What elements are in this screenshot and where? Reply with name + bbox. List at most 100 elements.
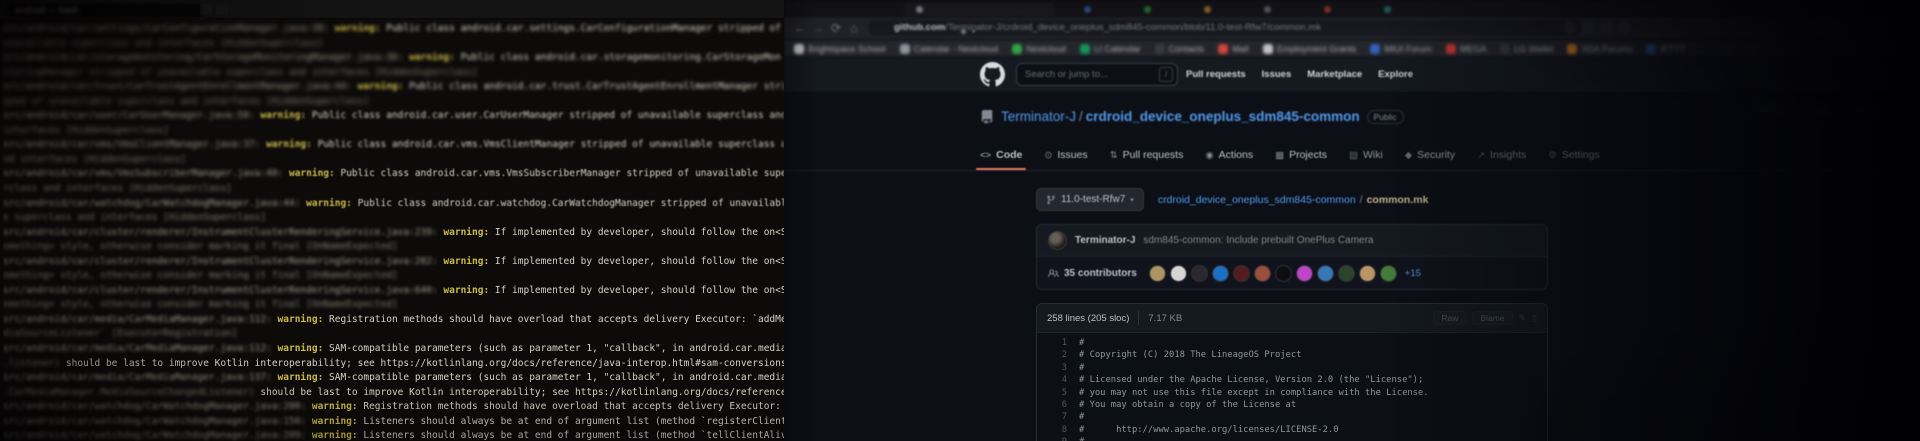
contributor-avatar[interactable] bbox=[1191, 265, 1208, 282]
contributors-label[interactable]: 35 contributors bbox=[1048, 268, 1137, 279]
contributor-avatar[interactable] bbox=[1317, 265, 1334, 282]
commit-message-link[interactable]: sdm845-common: Include prebuilt OnePlus … bbox=[1143, 235, 1373, 246]
contributor-avatar[interactable] bbox=[1254, 265, 1271, 282]
github-logo-icon[interactable] bbox=[980, 62, 1005, 87]
file-size: 7.17 KB bbox=[1148, 313, 1182, 324]
terminal-output: src/android/car/settings/CarConfiguratio… bbox=[0, 19, 784, 441]
contributors-more-link[interactable]: +15 bbox=[1405, 268, 1421, 279]
commit-author-link[interactable]: Terminator-J bbox=[1075, 235, 1135, 246]
browser-tab-favicon bbox=[1144, 6, 1151, 13]
terminal-tab-close-icon[interactable] bbox=[200, 4, 212, 15]
browser-tab-strip[interactable] bbox=[784, 0, 1920, 17]
extension-icon[interactable] bbox=[1564, 21, 1577, 34]
bookmark-favicon bbox=[1370, 44, 1380, 54]
bookmark-item[interactable]: Contacts bbox=[1155, 44, 1205, 54]
terminal-tab[interactable]: android — bash bbox=[6, 2, 204, 19]
header-nav-explore[interactable]: Explore bbox=[1378, 69, 1413, 80]
header-nav-marketplace[interactable]: Marketplace bbox=[1307, 69, 1362, 80]
bookmark-item[interactable]: MIUI Forum bbox=[1370, 44, 1432, 54]
extension-icon[interactable] bbox=[1582, 21, 1595, 34]
contributor-avatar[interactable] bbox=[1149, 265, 1166, 282]
back-icon[interactable]: ← bbox=[792, 19, 808, 37]
bookmark-item[interactable]: Mail bbox=[1218, 44, 1249, 54]
bookmark-label: Brightspace School bbox=[808, 44, 886, 54]
contributor-avatar[interactable] bbox=[1233, 265, 1250, 282]
bookmark-label: LI Calendar bbox=[1094, 44, 1141, 54]
contributor-avatar[interactable] bbox=[1275, 265, 1292, 282]
code-line: 1# bbox=[1037, 337, 1547, 349]
tab-pull-requests[interactable]: ⇅Pull requests bbox=[1110, 149, 1184, 170]
forward-icon[interactable]: → bbox=[810, 19, 826, 37]
code-line: 8# http://www.apache.org/licenses/LICENS… bbox=[1037, 424, 1547, 436]
line-number[interactable]: 2 bbox=[1037, 349, 1079, 361]
terminal-line: omething> style, otherwise consider mark… bbox=[3, 240, 784, 255]
contributor-avatar[interactable] bbox=[1380, 265, 1397, 282]
delete-icon[interactable]: ▯ bbox=[1532, 313, 1537, 324]
tab-projects[interactable]: ▦Projects bbox=[1275, 149, 1327, 170]
star-button[interactable]: Star bbox=[1845, 102, 1880, 118]
line-number[interactable]: 4 bbox=[1037, 374, 1079, 386]
bookmark-item[interactable]: Calendar - Nextcloud bbox=[900, 44, 999, 54]
home-icon[interactable]: ⌂ bbox=[846, 19, 862, 37]
bookmark-item[interactable]: Brightspace School bbox=[794, 44, 886, 54]
tab-actions[interactable]: ◉Actions bbox=[1205, 149, 1253, 170]
tab-wiki[interactable]: ▤Wiki bbox=[1349, 149, 1383, 170]
browser-tab-favicon bbox=[1084, 6, 1091, 13]
extension-icon[interactable] bbox=[1600, 21, 1613, 34]
contributor-avatar[interactable] bbox=[1212, 265, 1229, 282]
menu-icon[interactable] bbox=[1618, 21, 1631, 34]
bookmark-item[interactable]: IFTTT bbox=[1646, 44, 1685, 54]
repo-name-link[interactable]: crdroid_device_oneplus_sdm845-common bbox=[1086, 109, 1360, 124]
terminal-titlebar: android — bash bbox=[0, 0, 784, 19]
tab-issues[interactable]: ⊙Issues bbox=[1044, 149, 1087, 170]
header-nav-pull-requests[interactable]: Pull requests bbox=[1186, 69, 1246, 80]
bookmark-item[interactable]: LG Wallet bbox=[1500, 44, 1553, 54]
terminal-line: diaSourceListener` [ExecutorRegistration… bbox=[3, 327, 784, 342]
fork-button[interactable]: Fork bbox=[1801, 102, 1837, 118]
tab-code[interactable]: <>Code bbox=[980, 149, 1022, 170]
contributor-avatar[interactable] bbox=[1296, 265, 1313, 282]
bookmark-item[interactable]: Employment Grants bbox=[1263, 44, 1357, 54]
contributor-avatar[interactable] bbox=[1170, 265, 1187, 282]
line-number[interactable]: 1 bbox=[1037, 337, 1079, 349]
watch-button[interactable]: Watch bbox=[1750, 102, 1793, 118]
breadcrumb: crdroid_device_oneplus_sdm845-common/com… bbox=[1158, 194, 1429, 206]
bookmark-item[interactable]: Nextcloud bbox=[1012, 44, 1066, 54]
breadcrumb-repo-link[interactable]: crdroid_device_oneplus_sdm845-common bbox=[1158, 194, 1356, 206]
line-number[interactable]: 7 bbox=[1037, 411, 1079, 423]
code-viewer[interactable]: 1#2# Copyright (C) 2018 The LineageOS Pr… bbox=[1037, 333, 1547, 441]
terminal-line: .listener) should be last to improve Kot… bbox=[3, 357, 784, 372]
address-bar[interactable]: ◈ ▪ github.com/Terminator-J/crdroid_devi… bbox=[868, 20, 1582, 36]
contributor-avatar[interactable] bbox=[1359, 265, 1376, 282]
commit-author-avatar[interactable] bbox=[1048, 231, 1067, 250]
reload-icon[interactable]: ⟳ bbox=[828, 19, 844, 37]
bookmark-item[interactable]: LI Calendar bbox=[1080, 44, 1141, 54]
branch-selector-button[interactable]: 11.0-test-Rfw7 ▾ bbox=[1036, 188, 1144, 211]
raw-button[interactable]: Raw bbox=[1433, 311, 1466, 325]
terminal-line: src/android/car/watchdog/CarWatchdogMana… bbox=[3, 429, 784, 441]
bookmark-item[interactable]: XDA Forums bbox=[1567, 44, 1632, 54]
line-number[interactable]: 5 bbox=[1037, 387, 1079, 399]
shield-icon[interactable]: ◈ bbox=[960, 23, 967, 36]
tab-settings[interactable]: ⚙Settings bbox=[1548, 149, 1599, 170]
repo-owner-link[interactable]: Terminator-J bbox=[1001, 109, 1076, 124]
github-search-input[interactable]: Search or jump to... / bbox=[1016, 63, 1178, 86]
terminal-line: src/android/car/user/CarUserManager.java… bbox=[3, 109, 784, 124]
tab-label: Projects bbox=[1289, 149, 1327, 161]
line-number[interactable]: 8 bbox=[1037, 424, 1079, 436]
url-host: github.com bbox=[894, 22, 945, 33]
tab-insights[interactable]: ↗Insights bbox=[1477, 149, 1526, 170]
bookmark-label: Mail bbox=[1232, 44, 1249, 54]
line-number[interactable]: 6 bbox=[1037, 399, 1079, 411]
browser-tab[interactable] bbox=[904, 3, 1054, 17]
terminal-new-tab-icon[interactable] bbox=[216, 4, 228, 15]
bookmark-item[interactable]: MEGA bbox=[1446, 44, 1487, 54]
tab-security[interactable]: ◆Security bbox=[1405, 149, 1455, 170]
header-nav-issues[interactable]: Issues bbox=[1262, 69, 1292, 80]
contributor-avatar[interactable] bbox=[1338, 265, 1355, 282]
line-number[interactable]: 3 bbox=[1037, 362, 1079, 374]
edit-icon[interactable]: ✎ bbox=[1519, 313, 1527, 324]
file-line-count: 258 lines (205 sloc) bbox=[1047, 313, 1129, 324]
blame-button[interactable]: Blame bbox=[1472, 311, 1512, 325]
line-number[interactable]: 9 bbox=[1037, 436, 1079, 441]
